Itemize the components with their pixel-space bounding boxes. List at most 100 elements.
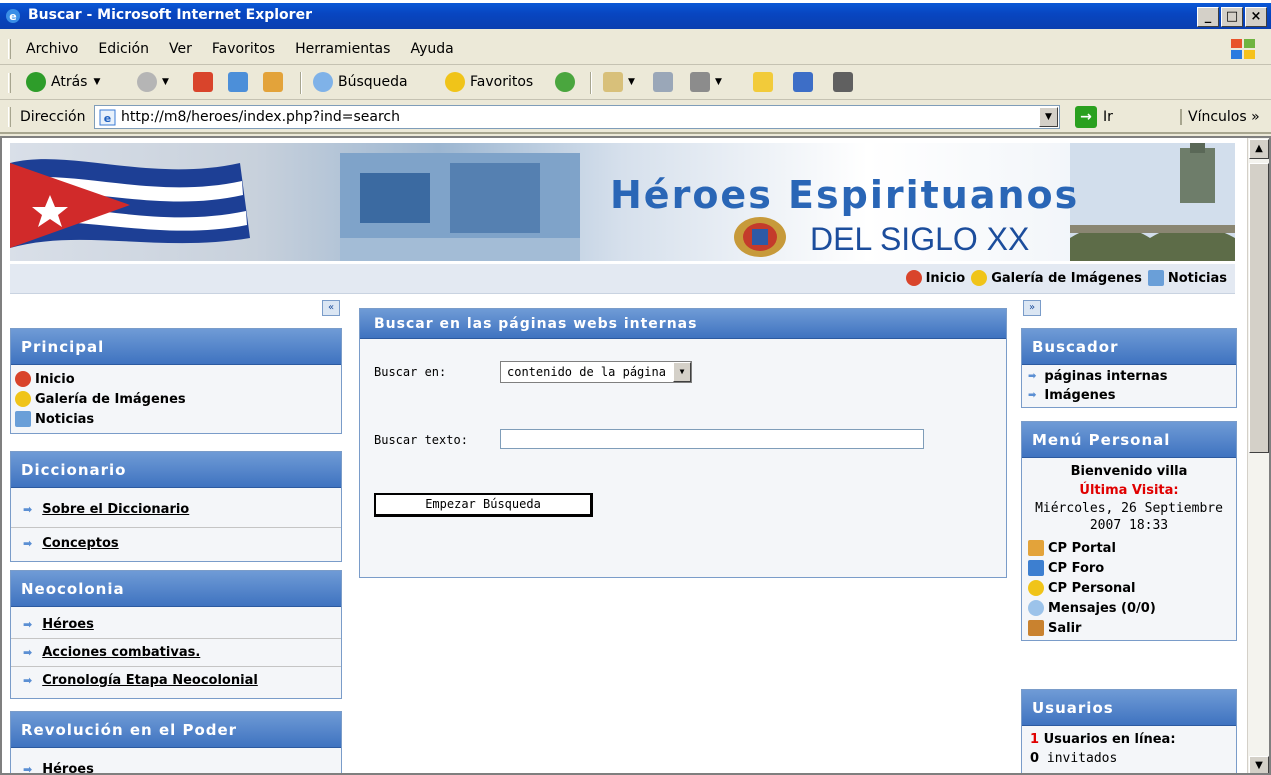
gallery-icon xyxy=(15,391,31,407)
toolbar-grip[interactable] xyxy=(8,39,11,59)
menu-herramientas[interactable]: Herramientas xyxy=(295,41,390,57)
neocolonia-item-cronologia-link[interactable]: Cronología Etapa Neocolonial xyxy=(42,673,258,688)
research-button[interactable] xyxy=(793,72,818,92)
revolucion-item-heroes[interactable]: ➡ Héroes xyxy=(11,752,341,773)
select-dropdown-icon[interactable]: ▼ xyxy=(673,362,691,382)
personal-item-cp-foro[interactable]: CP Foro xyxy=(1022,558,1236,578)
collapse-right-button[interactable]: » xyxy=(1023,300,1041,316)
chevron-down-icon[interactable]: ▼ xyxy=(628,77,635,87)
vertical-scrollbar[interactable]: ▲ ▼ xyxy=(1247,138,1269,773)
search-button[interactable]: Búsqueda xyxy=(313,72,408,92)
buscador-item-paginas[interactable]: ➡ páginas internas xyxy=(1022,367,1236,386)
search-icon xyxy=(313,72,333,92)
back-button[interactable]: Atrás ▼ xyxy=(26,72,100,92)
search-text-label: Buscar texto: xyxy=(374,433,468,447)
edit-button[interactable]: ▼ xyxy=(690,72,722,92)
diccionario-item-conceptos-link[interactable]: Conceptos xyxy=(42,536,118,551)
menu-edicion[interactable]: Edición xyxy=(98,41,149,57)
history-button[interactable] xyxy=(555,72,580,92)
window-titlebar[interactable]: e Buscar - Microsoft Internet Explorer _… xyxy=(0,3,1271,29)
news-icon xyxy=(15,411,31,427)
favorites-button[interactable]: Favoritos xyxy=(445,72,533,92)
home-icon xyxy=(15,371,31,387)
personal-item-mensajes[interactable]: Mensajes (0/0) xyxy=(1022,598,1236,618)
toplink-galeria[interactable]: Galería de Imágenes xyxy=(971,270,1142,286)
ie-icon: e xyxy=(6,9,20,23)
toplink-noticias[interactable]: Noticias xyxy=(1147,270,1227,286)
address-bar: Dirección e http://m8/heroes/index.php?i… xyxy=(0,101,1271,134)
principal-item-noticias[interactable]: Noticias xyxy=(11,409,341,429)
panel-revolucion: Revolución en el Poder ➡ Héroes xyxy=(10,711,342,773)
search-in-value: contenido de la página xyxy=(507,365,666,379)
scroll-down-button[interactable]: ▼ xyxy=(1249,756,1269,773)
neocolonia-item-acciones[interactable]: ➡ Acciones combativas. xyxy=(11,639,341,667)
chevron-down-icon[interactable]: ▼ xyxy=(162,77,169,87)
go-button[interactable]: → Ir xyxy=(1075,106,1113,128)
welcome-text: Bienvenido villa xyxy=(1070,464,1188,479)
diccionario-item-conceptos[interactable]: ➡ Conceptos xyxy=(11,528,341,557)
messenger-button[interactable] xyxy=(833,72,858,92)
buscador-item-imagenes[interactable]: ➡ Imágenes xyxy=(1022,386,1236,405)
home-icon xyxy=(263,72,283,92)
folder-button[interactable] xyxy=(753,72,778,92)
start-search-button[interactable]: Empezar Búsqueda xyxy=(374,493,593,517)
print-button[interactable] xyxy=(653,72,678,92)
panel-neocolonia-title: Neocolonia xyxy=(11,571,341,607)
address-field[interactable]: e http://m8/heroes/index.php?ind=search … xyxy=(94,105,1060,129)
personal-item-salir[interactable]: Salir xyxy=(1022,618,1236,638)
address-dropdown-button[interactable]: ▼ xyxy=(1039,107,1058,127)
last-visit-date: Miércoles, 26 Septiembre 2007 18:33 xyxy=(1035,501,1223,533)
diccionario-item-sobre[interactable]: ➡ Sobre el Diccionario xyxy=(11,492,341,528)
maximize-button[interactable]: □ xyxy=(1221,7,1243,27)
scroll-thumb[interactable] xyxy=(1249,163,1269,453)
banner-subtitle: DEL SIGLO XX xyxy=(810,221,1030,257)
menu-favoritos[interactable]: Favoritos xyxy=(212,41,275,57)
buscador-item-imagenes-label: Imágenes xyxy=(1044,388,1116,403)
revolucion-item-heroes-link[interactable]: Héroes xyxy=(42,762,94,773)
forward-arrow-icon xyxy=(137,72,157,92)
refresh-button[interactable] xyxy=(228,72,253,92)
print-icon xyxy=(653,72,673,92)
toplink-inicio-label: Inicio xyxy=(925,270,966,286)
principal-item-inicio[interactable]: Inicio xyxy=(11,369,341,389)
address-url: http://m8/heroes/index.php?ind=search xyxy=(121,109,400,125)
panel-neocolonia: Neocolonia ➡ Héroes ➡ Acciones combativa… xyxy=(10,570,342,699)
forward-button[interactable]: ▼ xyxy=(137,72,169,92)
folder-icon xyxy=(753,72,773,92)
menu-ayuda[interactable]: Ayuda xyxy=(410,41,453,57)
star-icon xyxy=(1028,580,1044,596)
close-button[interactable]: × xyxy=(1245,7,1267,27)
stop-button[interactable] xyxy=(193,72,218,92)
mail-button[interactable]: ▼ xyxy=(603,72,635,92)
arrow-icon: ➡ xyxy=(23,537,33,550)
personal-item-cp-personal[interactable]: CP Personal xyxy=(1022,578,1236,598)
arrow-icon: ➡ xyxy=(23,646,33,659)
toolbar-grip[interactable] xyxy=(8,73,11,93)
links-button[interactable]: Vínculos » xyxy=(1180,109,1260,125)
minimize-button[interactable]: _ xyxy=(1197,7,1219,27)
diccionario-item-sobre-link[interactable]: Sobre el Diccionario xyxy=(42,502,189,517)
neocolonia-item-acciones-link[interactable]: Acciones combativas. xyxy=(42,645,200,660)
neocolonia-item-heroes[interactable]: ➡ Héroes xyxy=(11,611,341,639)
neocolonia-item-cronologia[interactable]: ➡ Cronología Etapa Neocolonial xyxy=(11,667,341,694)
menu-ver[interactable]: Ver xyxy=(169,41,192,57)
chevron-down-icon[interactable]: ▼ xyxy=(715,77,722,87)
star-icon xyxy=(445,72,465,92)
toplink-inicio[interactable]: Inicio xyxy=(905,270,966,286)
chevron-down-icon[interactable]: ▼ xyxy=(93,77,100,87)
neocolonia-item-heroes-link[interactable]: Héroes xyxy=(42,617,94,632)
search-text-input[interactable] xyxy=(500,429,924,449)
toolbar-grip[interactable] xyxy=(8,107,11,127)
favorites-label: Favoritos xyxy=(470,74,534,90)
panel-principal: Principal Inicio Galería de Imágenes Not… xyxy=(10,328,342,434)
personal-item-cp-portal-label: CP Portal xyxy=(1048,540,1116,556)
home-button[interactable] xyxy=(263,72,288,92)
personal-item-cp-portal[interactable]: CP Portal xyxy=(1022,538,1236,558)
collapse-left-button[interactable]: « xyxy=(322,300,340,316)
search-in-select[interactable]: contenido de la página ▼ xyxy=(500,361,692,383)
messages-icon xyxy=(1028,600,1044,616)
scroll-up-button[interactable]: ▲ xyxy=(1249,139,1269,159)
menu-archivo[interactable]: Archivo xyxy=(26,41,78,57)
arrow-icon: ➡ xyxy=(1028,371,1037,382)
principal-item-galeria[interactable]: Galería de Imágenes xyxy=(11,389,341,409)
